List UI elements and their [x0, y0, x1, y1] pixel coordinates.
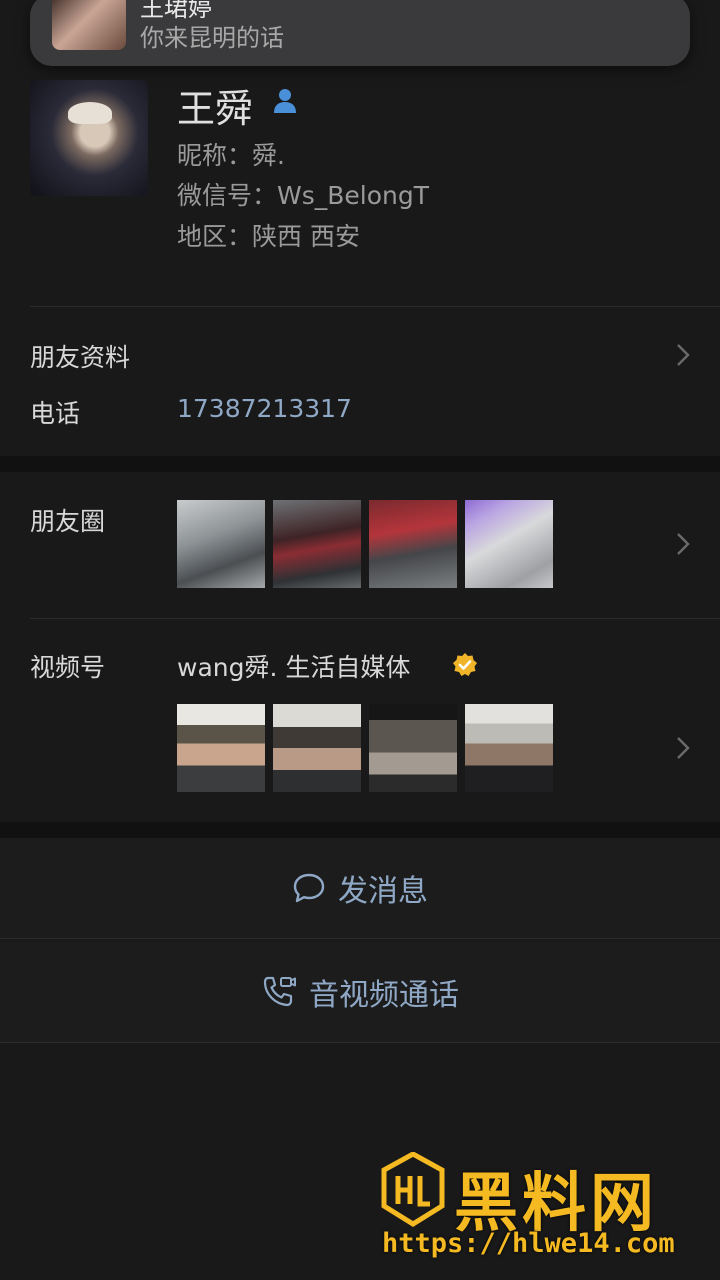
channels-label: 视频号: [30, 653, 106, 682]
chat-bubble-icon: [293, 873, 325, 903]
moments-photo: [465, 500, 553, 588]
divider: [0, 938, 720, 939]
chevron-right-icon: [677, 533, 690, 555]
moments-label: 朋友圈: [30, 507, 106, 536]
friend-info-row[interactable]: 朋友资料: [0, 310, 720, 400]
chevron-right-icon: [677, 737, 690, 759]
divider: [30, 618, 720, 619]
divider: [30, 306, 720, 307]
audio-video-call-button[interactable]: 音视频通话: [0, 942, 720, 1042]
profile-avatar[interactable]: [30, 80, 148, 196]
send-message-button[interactable]: 发消息: [0, 838, 720, 938]
moments-photo: [177, 500, 265, 588]
watermark-url: https://hlwe14.com: [382, 1228, 675, 1259]
divider: [0, 1042, 720, 1043]
channel-video-thumbnail: [465, 704, 553, 792]
phone-value[interactable]: 17387213317: [177, 394, 352, 423]
notification-banner[interactable]: 王珺婷 你来昆明的话: [30, 0, 690, 66]
chevron-right-icon: [677, 344, 690, 366]
channel-video-thumbnail: [369, 704, 457, 792]
section-separator: [0, 456, 720, 472]
notification-message: 你来昆明的话: [140, 24, 284, 52]
video-call-icon: [263, 976, 296, 1007]
person-icon: [274, 89, 296, 113]
moments-photo: [369, 500, 457, 588]
section-separator: [0, 822, 720, 838]
moments-row[interactable]: 朋友圈: [0, 472, 720, 612]
profile-region: 地区：陕西 西安: [177, 222, 360, 251]
verified-badge-icon: [453, 653, 477, 676]
phone-label: 电话: [30, 399, 81, 428]
watermark-logo-icon: [381, 1152, 445, 1227]
profile-nickname: 昵称：舜.: [177, 141, 285, 170]
audio-video-call-label: 音视频通话: [309, 978, 459, 1013]
friend-info-label: 朋友资料: [30, 343, 131, 372]
watermark: 黑料网 https://hlwe14.com: [380, 1152, 710, 1272]
channel-video-thumbnail: [177, 704, 265, 792]
moments-photo: [273, 500, 361, 588]
channel-video-thumbnail: [273, 704, 361, 792]
send-message-label: 发消息: [338, 874, 428, 909]
channel-name: wang舜. 生活自媒体: [177, 653, 411, 682]
profile-wechat-id: 微信号：Ws_BelongT: [177, 181, 430, 210]
profile-name: 王舜: [177, 87, 254, 131]
notification-avatar: [52, 0, 126, 50]
